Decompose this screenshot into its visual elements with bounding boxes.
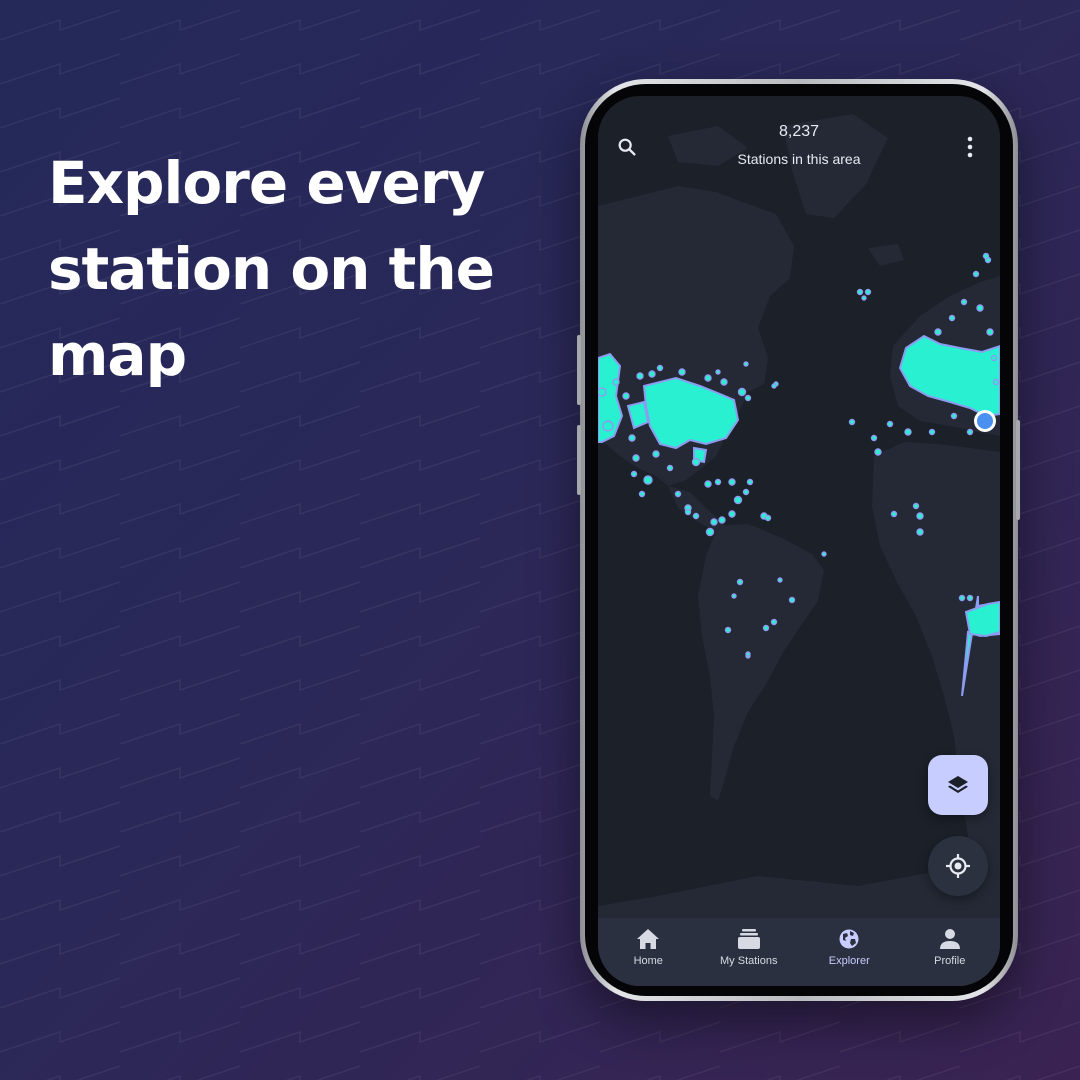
more-vertical-icon [967,136,973,158]
nav-label-home: Home [633,955,663,967]
app-screen: 8,237 Stations in this area Home My Stat… [598,96,1000,986]
station-count: 8,237 [778,123,820,140]
layers-button[interactable] [928,755,988,815]
my-location-button[interactable] [928,836,988,896]
nav-label-explorer: Explorer [828,955,870,967]
nav-label-profile: Profile [934,955,966,967]
nav-item-home[interactable]: Home [598,918,699,986]
nav-item-explorer[interactable]: Explorer [799,918,900,986]
nav-item-my-stations[interactable]: My Stations [699,918,800,986]
nav-item-profile[interactable]: Profile [900,918,1001,986]
volume-button [577,335,581,405]
headline: Explore every station on the map [48,149,495,389]
station-count-label: Stations in this area [737,151,861,167]
layers-icon [948,776,968,793]
power-button [1016,420,1020,520]
map-header: 8,237 Stations in this area [598,96,1000,186]
volume-button-lower [577,425,581,495]
home-icon [637,929,660,949]
person-icon [939,929,960,949]
nav-label-my-stations: My Stations [720,955,778,967]
globe-icon [839,929,859,949]
my-location-icon [946,854,970,878]
bottom-navigation: Home My Stations Explorer Profile [598,918,1000,986]
overflow-menu-button[interactable] [956,132,984,162]
stations-icon [737,929,760,949]
